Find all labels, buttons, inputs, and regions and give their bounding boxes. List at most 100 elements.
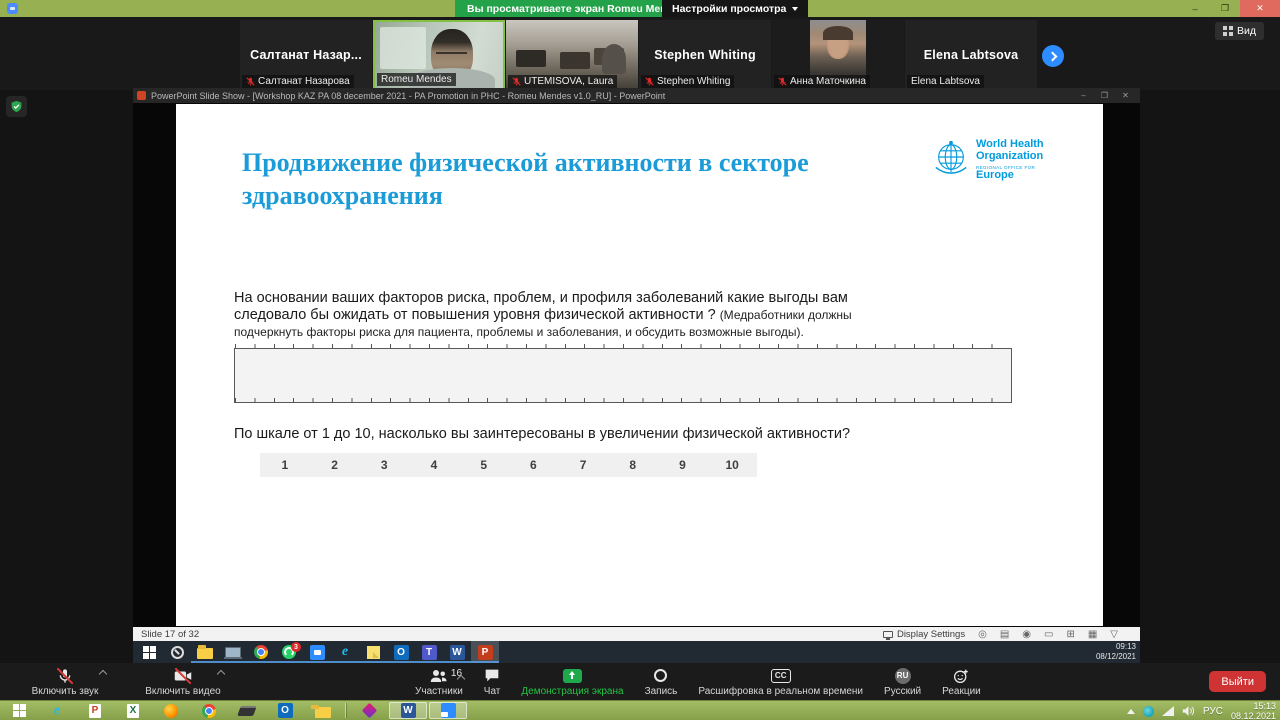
word-icon[interactable] (389, 702, 427, 719)
share-screen-button[interactable]: Демонстрация экрана (514, 663, 630, 700)
security-shield-icon[interactable] (6, 96, 27, 117)
network-tray-icon[interactable] (1142, 705, 1154, 717)
chevron-down-icon (792, 6, 799, 11)
zoom-icon[interactable] (429, 702, 467, 719)
participant-tile-stephen[interactable]: Stephen Whiting Stephen Whiting (639, 20, 771, 90)
excel-doc-icon[interactable] (114, 701, 152, 720)
viewing-screen-label: Вы просматриваете экран Romeu Mendes (455, 0, 697, 17)
slide-counter: Slide 17 of 32 (141, 628, 200, 640)
participants-button[interactable]: 16 Участники (408, 663, 470, 700)
participant-tile-anna[interactable]: Анна Маточкина (772, 20, 904, 90)
outlook-icon[interactable] (266, 701, 304, 720)
keyboard-language-indicator[interactable]: РУС (1203, 706, 1223, 717)
search-icon[interactable] (163, 641, 191, 663)
close-button[interactable]: ✕ (1115, 91, 1136, 100)
chevron-up-icon[interactable] (98, 669, 108, 679)
chevron-up-icon[interactable] (216, 669, 226, 679)
comments-icon[interactable]: ◉ (1022, 629, 1031, 640)
scale-value: 6 (530, 458, 537, 472)
outlook-icon[interactable] (387, 641, 415, 663)
chrome-icon[interactable] (247, 641, 275, 663)
unmute-button[interactable]: Включить звук (6, 663, 124, 700)
view-layout-button[interactable]: Вид (1215, 22, 1264, 40)
ie-icon[interactable] (331, 641, 359, 663)
participant-name-text: Салтанат Назарова (258, 76, 350, 87)
unmute-label: Включить звук (31, 686, 99, 697)
shared-desktop-clock[interactable]: 09:13 08/12/2021 (1096, 642, 1136, 662)
start-icon[interactable] (135, 641, 163, 663)
chat-button[interactable]: Чат (477, 663, 508, 700)
volume-icon[interactable] (1182, 705, 1195, 717)
ie-icon[interactable] (38, 701, 76, 720)
participants-label: Участники (415, 686, 463, 697)
notes-icon[interactable]: ▤ (1000, 629, 1009, 640)
meeting-toolbar: Включить звук Включить видео 16 Участник… (0, 663, 1280, 700)
explorer-icon[interactable] (191, 641, 219, 663)
system-tray: РУС 15:13 08.12.2021 (1126, 701, 1276, 720)
tray-expand-icon[interactable] (1126, 708, 1135, 714)
participant-tile-utemisova[interactable]: UTEMISOVA, Laura (506, 20, 638, 90)
participant-name-text: UTEMISOVA, Laura (524, 76, 614, 87)
shared-date: 08/12/2021 (1095, 652, 1136, 661)
chevron-right-icon (1047, 51, 1057, 61)
participant-tile-elena[interactable]: Elena Labtsova Elena Labtsova (905, 20, 1037, 90)
slide-question-1: На основании ваших факторов риска, пробл… (234, 290, 910, 341)
start-video-button[interactable]: Включить видео (124, 663, 242, 700)
participant-name-label: UTEMISOVA, Laura (508, 75, 618, 88)
leave-meeting-button[interactable]: Выйти (1209, 671, 1266, 692)
who-logo-text: World Health Organization REGIONAL OFFIC… (976, 138, 1044, 181)
reading-view-icon[interactable]: ▦ (1088, 629, 1097, 640)
minimize-button[interactable]: – (1073, 91, 1094, 100)
scale-value: 2 (331, 458, 338, 472)
restore-button[interactable]: ❐ (1094, 91, 1115, 100)
local-taskbar: РУС 15:13 08.12.2021 (0, 700, 1280, 720)
live-transcript-button[interactable]: CC Расшифровка в реальном времени (691, 663, 870, 700)
taskbar-icons (0, 701, 468, 720)
shared-desktop-taskbar: 3 09:13 08/12/2021 (133, 641, 1140, 663)
taskbar-clock[interactable]: 15:13 08.12.2021 (1231, 701, 1276, 720)
slide-title: Продвижение физической активности в сект… (242, 148, 809, 211)
participant-tiles: Салтанат Назар... Салтанат Назарова Rome… (240, 20, 1037, 90)
start-icon[interactable] (0, 701, 38, 720)
shared-time: 09:13 (1115, 642, 1136, 651)
who-region: Europe (976, 169, 1014, 181)
scale-value: 3 (380, 458, 388, 472)
powerpoint-doc-icon[interactable] (76, 701, 114, 720)
pen-tool-icon[interactable]: ◎ (978, 629, 987, 640)
chrome-icon[interactable] (190, 701, 228, 720)
next-participants-button[interactable] (1042, 45, 1064, 67)
display-settings-button[interactable]: Display Settings (882, 629, 965, 640)
powerpoint-window-title: PowerPoint Slide Show - [Workshop KAZ PA… (151, 90, 666, 101)
teams-icon[interactable] (415, 641, 443, 663)
word-icon[interactable] (443, 641, 471, 663)
reactions-button[interactable]: Реакции (935, 663, 988, 700)
zoom-icon[interactable] (303, 641, 331, 663)
slide-icon[interactable]: ▭ (1044, 629, 1053, 640)
powerpoint-icon (137, 91, 146, 100)
restore-button[interactable]: ❐ (1210, 0, 1240, 17)
powerpoint-icon[interactable] (471, 641, 499, 663)
mic-muted-icon (56, 667, 74, 684)
sticky-notes-icon[interactable] (359, 641, 387, 663)
minimize-button[interactable]: – (1180, 0, 1210, 17)
muted-mic-icon (246, 77, 255, 86)
closed-caption-icon: CC (770, 667, 791, 684)
firefox-icon[interactable] (152, 701, 190, 720)
all-slides-icon[interactable]: ⊞ (1066, 629, 1074, 640)
grid-icon (1223, 26, 1233, 36)
explorer-icon[interactable] (304, 701, 342, 720)
record-button[interactable]: Запись (638, 663, 685, 700)
participant-tile-romeu[interactable]: Romeu Mendes (373, 20, 505, 90)
close-button[interactable]: ✕ (1240, 0, 1280, 17)
photos-icon[interactable] (350, 701, 388, 720)
view-options-button[interactable]: Настройки просмотра (662, 0, 809, 17)
scanner-icon[interactable] (228, 701, 266, 720)
chevron-up-icon[interactable] (456, 674, 466, 684)
powerpoint-titlebar: PowerPoint Slide Show - [Workshop KAZ PA… (133, 88, 1140, 103)
network-strength-icon[interactable] (1161, 706, 1174, 716)
participant-name-label: Romeu Mendes (377, 73, 456, 86)
funnel-icon[interactable]: ▽ (1110, 629, 1118, 640)
pc-icon[interactable] (219, 641, 247, 663)
interpretation-button[interactable]: RU Русский (877, 663, 928, 700)
participant-tile-saltanat[interactable]: Салтанат Назар... Салтанат Назарова (240, 20, 372, 90)
